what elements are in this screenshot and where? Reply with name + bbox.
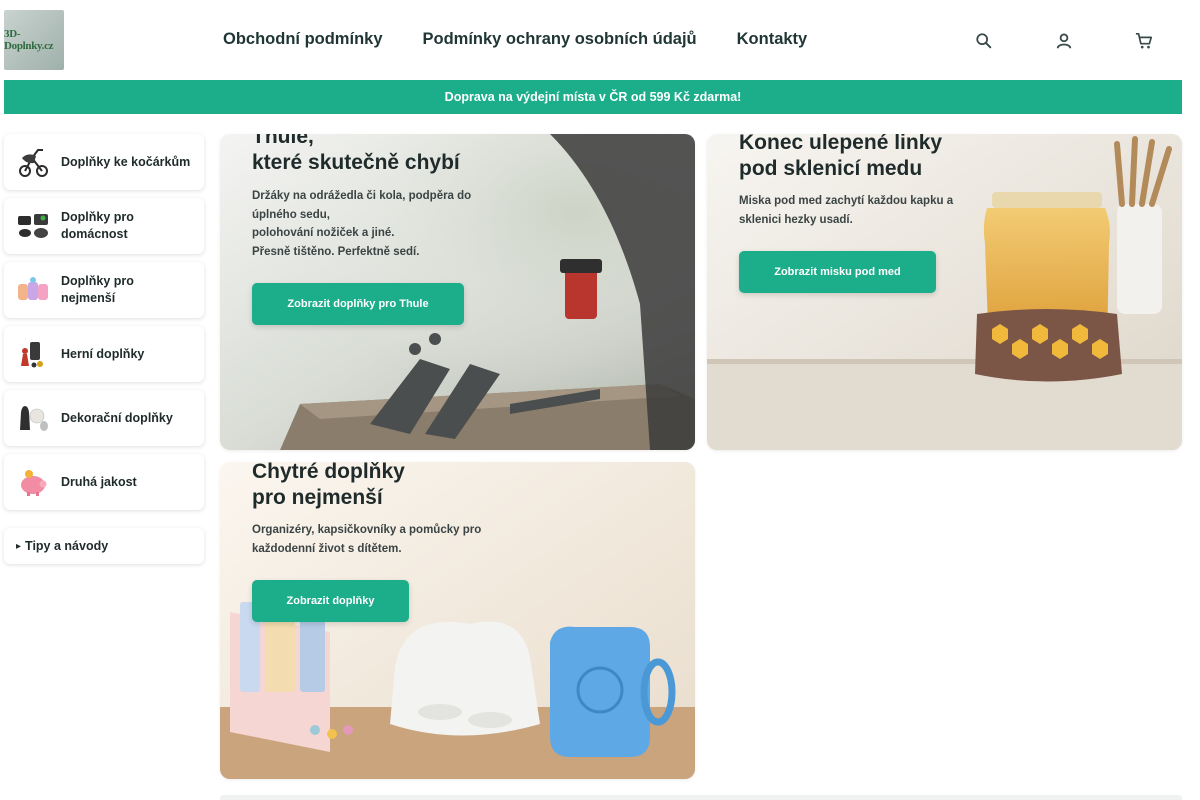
card-title-line2: které skutečně chybí xyxy=(252,151,460,174)
card-description-line: sklenici hezky usadí. xyxy=(739,213,853,226)
sidebar-item-stroller[interactable]: Doplňky ke kočárkům xyxy=(4,134,204,190)
nav-link-terms[interactable]: Obchodní podmínky xyxy=(223,30,383,49)
piggy-bank-icon xyxy=(16,466,50,498)
sidebar-item-label: Dekorační doplňky xyxy=(61,410,173,425)
baby-items-icon xyxy=(16,274,50,306)
logo-text: 3D-Doplnky.cz xyxy=(4,28,54,52)
show-thule-accessories-button[interactable]: Zobrazit doplňky pro Thule xyxy=(252,283,464,325)
sidebar-item-tips[interactable]: ▸ Tipy a návody xyxy=(4,528,204,564)
sidebar-item-decor[interactable]: Dekorační doplňky xyxy=(4,390,204,446)
sidebar-item-label: Druhá jakost xyxy=(61,474,137,489)
card-description-line: každodenní život s dítětem. xyxy=(252,542,402,555)
sidebar-item-baby[interactable]: Doplňky pro nejmenší xyxy=(4,262,204,318)
card-description-line: Miska pod med zachytí každou kapku a xyxy=(739,195,954,207)
card-title-line2: pod sklenicí medu xyxy=(739,157,923,180)
card-description: Držáky na odrážedla či kola, podpěra do … xyxy=(252,187,471,261)
card-title-line1: Thule, xyxy=(252,134,314,148)
show-kids-accessories-button[interactable]: Zobrazit doplňky xyxy=(252,580,409,622)
sidebar-item-home[interactable]: Doplňky pro domácnost xyxy=(4,198,204,254)
promo-card-kids[interactable]: Chytré doplňky pro nejmenší Organizéry, … xyxy=(220,462,695,779)
card-description-line: Organizéry, kapsičkovníky a pomůcky pro xyxy=(252,524,482,536)
nav-link-privacy[interactable]: Podmínky ochrany osobních údajů xyxy=(423,30,697,49)
chevron-right-icon: ▸ xyxy=(16,540,22,552)
game-pieces-icon xyxy=(16,338,50,370)
main-nav: Obchodní podmínky Podmínky ochrany osobn… xyxy=(223,30,807,49)
decor-vases-icon xyxy=(16,402,50,434)
site-header: 3D-Doplnky.cz Obchodní podmínky Podmínky… xyxy=(0,0,1200,80)
section-divider xyxy=(220,795,1182,800)
site-logo[interactable]: 3D-Doplnky.cz xyxy=(4,10,64,70)
category-sidebar: Doplňky ke kočárkům Doplňky pro domácnos… xyxy=(4,134,204,518)
card-title-line1: Konec ulepené linky xyxy=(739,134,943,154)
card-title-line2: pro nejmenší xyxy=(252,486,383,509)
sidebar-item-label: Herní doplňky xyxy=(61,346,145,361)
card-title-line1: Chytré doplňky xyxy=(252,462,405,483)
promo-card-honey[interactable]: Konec ulepené linky pod sklenicí medu Mi… xyxy=(707,134,1182,450)
show-honey-dish-button[interactable]: Zobrazit misku pod med xyxy=(739,251,936,293)
banner-text: Doprava na výdejní místa v ČR od 599 Kč … xyxy=(444,90,742,104)
sidebar-item-label: Tipy a návody xyxy=(25,539,109,553)
card-description: Miska pod med zachytí každou kapku a skl… xyxy=(739,192,953,229)
sidebar-item-second-quality[interactable]: Druhá jakost xyxy=(4,454,204,510)
stroller-icon xyxy=(16,146,50,178)
home-items-icon xyxy=(16,210,50,242)
card-description-line: polohování nožiček a jiné. xyxy=(252,227,395,239)
promo-card-thule[interactable]: Thule, které skutečně chybí Držáky na od… xyxy=(220,134,695,450)
card-description-line: úplného sedu, xyxy=(252,208,330,221)
card-description: Organizéry, kapsičkovníky a pomůcky pro … xyxy=(252,521,481,558)
sidebar-item-label: Doplňky ke kočárkům xyxy=(61,154,191,169)
search-icon[interactable] xyxy=(975,32,995,52)
card-description-line: Držáky na odrážedla či kola, podpěra do xyxy=(252,190,472,202)
sidebar-item-label: Doplňky pro domácnost xyxy=(61,210,134,241)
free-shipping-banner: Doprava na výdejní místa v ČR od 599 Kč … xyxy=(4,80,1182,114)
sidebar-item-games[interactable]: Herní doplňky xyxy=(4,326,204,382)
cart-icon[interactable] xyxy=(1135,32,1155,52)
user-icon[interactable] xyxy=(1055,32,1075,52)
nav-link-contacts[interactable]: Kontakty xyxy=(737,30,808,49)
sidebar-item-label: Doplňky pro nejmenší xyxy=(61,274,134,305)
card-description-line: Přesně tištěno. Perfektně sedí. xyxy=(252,245,420,258)
